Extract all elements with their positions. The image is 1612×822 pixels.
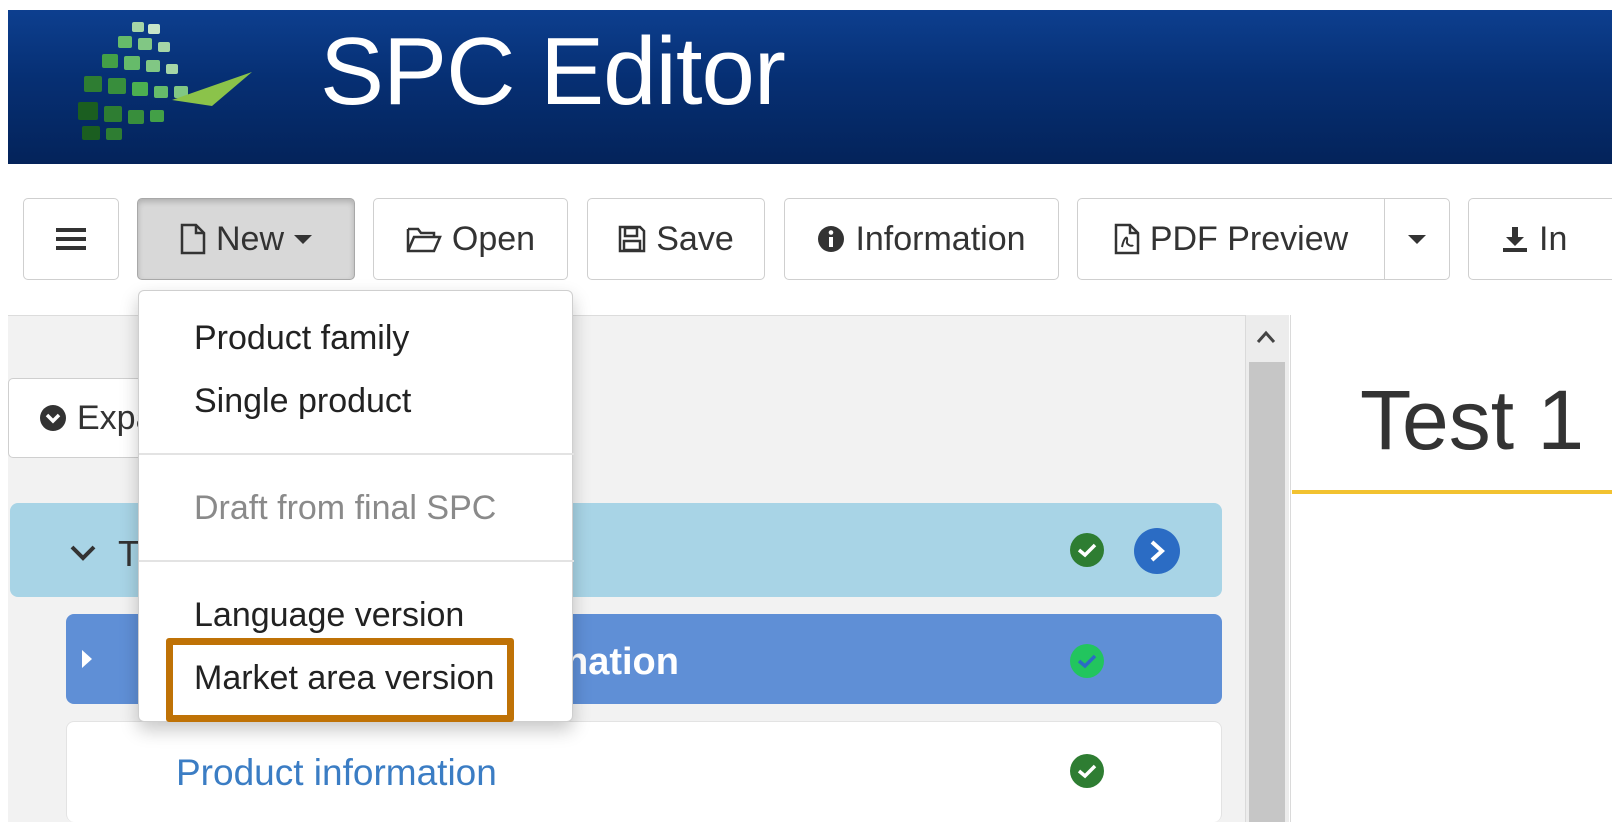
check-circle-icon bbox=[1070, 644, 1104, 678]
open-button-label: Open bbox=[451, 220, 536, 258]
new-button-label: New bbox=[215, 220, 285, 258]
menu-divider bbox=[139, 560, 574, 562]
chevron-circle-down-icon bbox=[39, 404, 67, 432]
scrollbar-thumb[interactable] bbox=[1249, 362, 1285, 822]
pdf-file-icon bbox=[1114, 223, 1140, 255]
file-icon bbox=[180, 223, 206, 255]
caret-down-icon bbox=[294, 233, 313, 245]
hamburger-icon bbox=[56, 226, 86, 252]
tree-row-selected-label: nation bbox=[565, 641, 679, 683]
folder-open-icon bbox=[406, 225, 442, 253]
check-circle-icon bbox=[1070, 754, 1104, 788]
info-circle-icon bbox=[817, 225, 845, 253]
import-button-label: In bbox=[1539, 220, 1568, 258]
save-button-label: Save bbox=[656, 220, 734, 258]
app-logo-icon bbox=[78, 22, 252, 140]
menu-item-language-version[interactable]: Language version bbox=[139, 598, 574, 632]
save-button[interactable]: Save bbox=[587, 198, 765, 280]
chevron-down-icon[interactable] bbox=[70, 545, 96, 566]
tree-row-root-label: T bbox=[118, 533, 140, 574]
pdf-preview-dropdown-button[interactable] bbox=[1384, 198, 1450, 280]
check-circle-icon bbox=[1070, 533, 1104, 567]
download-icon bbox=[1501, 225, 1529, 253]
menu-item-draft-from-final-spc: Draft from final SPC bbox=[194, 489, 497, 527]
import-button[interactable]: In bbox=[1468, 198, 1612, 280]
information-button[interactable]: Information bbox=[784, 198, 1059, 280]
scroll-up-arrow-icon[interactable] bbox=[1256, 330, 1276, 349]
app-title: SPC Editor bbox=[320, 18, 786, 125]
menu-divider bbox=[139, 453, 574, 455]
chevron-right-circle-icon[interactable] bbox=[1134, 528, 1180, 574]
pdf-preview-button[interactable]: PDF Preview bbox=[1077, 198, 1385, 280]
title-underline bbox=[1292, 490, 1612, 494]
caret-right-icon[interactable] bbox=[80, 648, 94, 675]
product-information-link[interactable]: Product information bbox=[176, 752, 497, 794]
menu-item-product-family[interactable]: Product family bbox=[139, 321, 574, 355]
document-title: Test 1 bbox=[1360, 373, 1585, 467]
information-button-label: Information bbox=[855, 220, 1026, 258]
open-button[interactable]: Open bbox=[373, 198, 568, 280]
pdf-preview-button-label: PDF Preview bbox=[1149, 220, 1349, 258]
hamburger-menu-button[interactable] bbox=[23, 198, 119, 280]
caret-down-icon bbox=[1408, 233, 1426, 245]
new-button[interactable]: New bbox=[137, 198, 355, 280]
floppy-disk-icon bbox=[618, 225, 646, 253]
menu-item-single-product[interactable]: Single product bbox=[139, 384, 574, 418]
highlight-box bbox=[166, 638, 514, 722]
